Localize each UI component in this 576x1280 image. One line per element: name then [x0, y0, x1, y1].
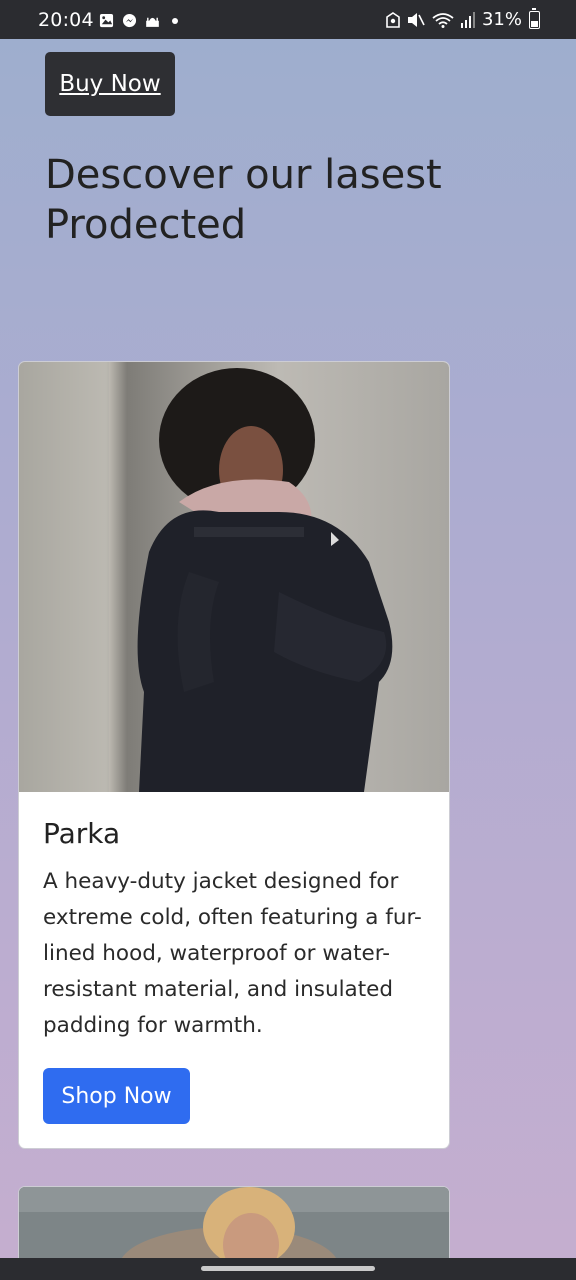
signal-icon	[460, 11, 475, 28]
notification-icons	[99, 13, 178, 28]
messenger-icon	[122, 13, 137, 28]
status-time: 20:04	[38, 9, 94, 31]
status-bar: 20:04 31%	[0, 0, 576, 39]
product-description: A heavy-duty jacket designed for extreme…	[43, 869, 422, 1038]
navigation-bar	[0, 1258, 576, 1280]
home-gesture-handle[interactable]	[201, 1266, 375, 1271]
shop-now-button[interactable]: Shop Now	[43, 1068, 190, 1124]
page-heading: Descover our lasest Prodected	[45, 152, 442, 248]
product-title: Parka	[43, 817, 121, 850]
alarm-icon	[386, 11, 400, 28]
battery-percentage: 31%	[481, 9, 522, 30]
dot-icon	[172, 17, 178, 24]
product-card: Parka A heavy-duty jacket designed for e…	[18, 361, 450, 1149]
product-image[interactable]	[19, 362, 450, 792]
mosque-icon	[146, 17, 159, 27]
system-indicators: 31%	[386, 7, 540, 30]
wifi-icon	[432, 12, 454, 28]
gallery-icon	[99, 13, 114, 28]
buy-now-button[interactable]: Buy Now	[45, 52, 175, 116]
mute-icon	[407, 12, 425, 27]
battery-icon	[529, 7, 540, 29]
